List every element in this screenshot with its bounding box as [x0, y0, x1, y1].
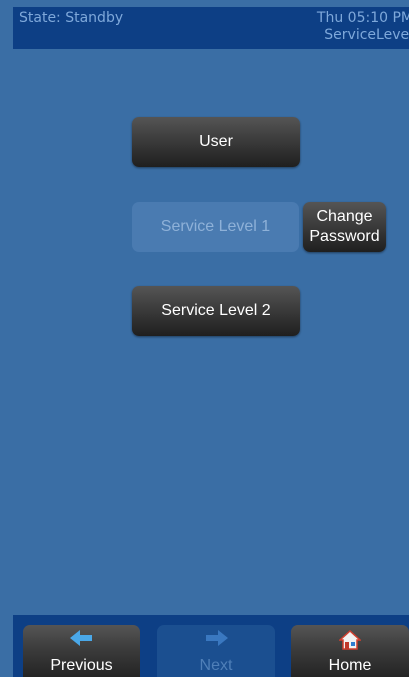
- next-label: Next: [199, 657, 233, 674]
- arrow-right-icon: [206, 630, 228, 646]
- previous-label: Previous: [50, 657, 113, 674]
- home-icon: [339, 630, 361, 650]
- datetime-text: Thu 05:10 PM: [316, 10, 409, 26]
- home-label: Home: [328, 657, 372, 674]
- change-password-line1: Change: [316, 208, 373, 225]
- next-button[interactable]: Next: [157, 625, 275, 677]
- user-button-label: User: [199, 133, 233, 150]
- service-level-1-label: Service Level 1: [160, 218, 271, 235]
- service-level-1-button[interactable]: Service Level 1: [132, 202, 299, 252]
- service-level-2-label: Service Level 2: [161, 302, 271, 319]
- change-password-button[interactable]: Change Password: [303, 202, 386, 252]
- change-password-line2: Password: [309, 228, 380, 245]
- service-level-2-button[interactable]: Service Level 2: [132, 286, 300, 336]
- status-bar: State: Standby Thu 05:10 PM ServiceLevel: [13, 7, 409, 49]
- home-button[interactable]: Home: [291, 625, 409, 677]
- access-level-text: ServiceLevel: [324, 27, 409, 43]
- state-text: State: Standby: [19, 10, 124, 26]
- arrow-left-icon: [69, 630, 92, 646]
- previous-button[interactable]: Previous: [23, 625, 140, 677]
- datetime-block: Thu 05:10 PM ServiceLevel: [317, 10, 409, 44]
- navigation-bar: Previous Next Home: [13, 615, 409, 677]
- user-button[interactable]: User: [132, 117, 300, 167]
